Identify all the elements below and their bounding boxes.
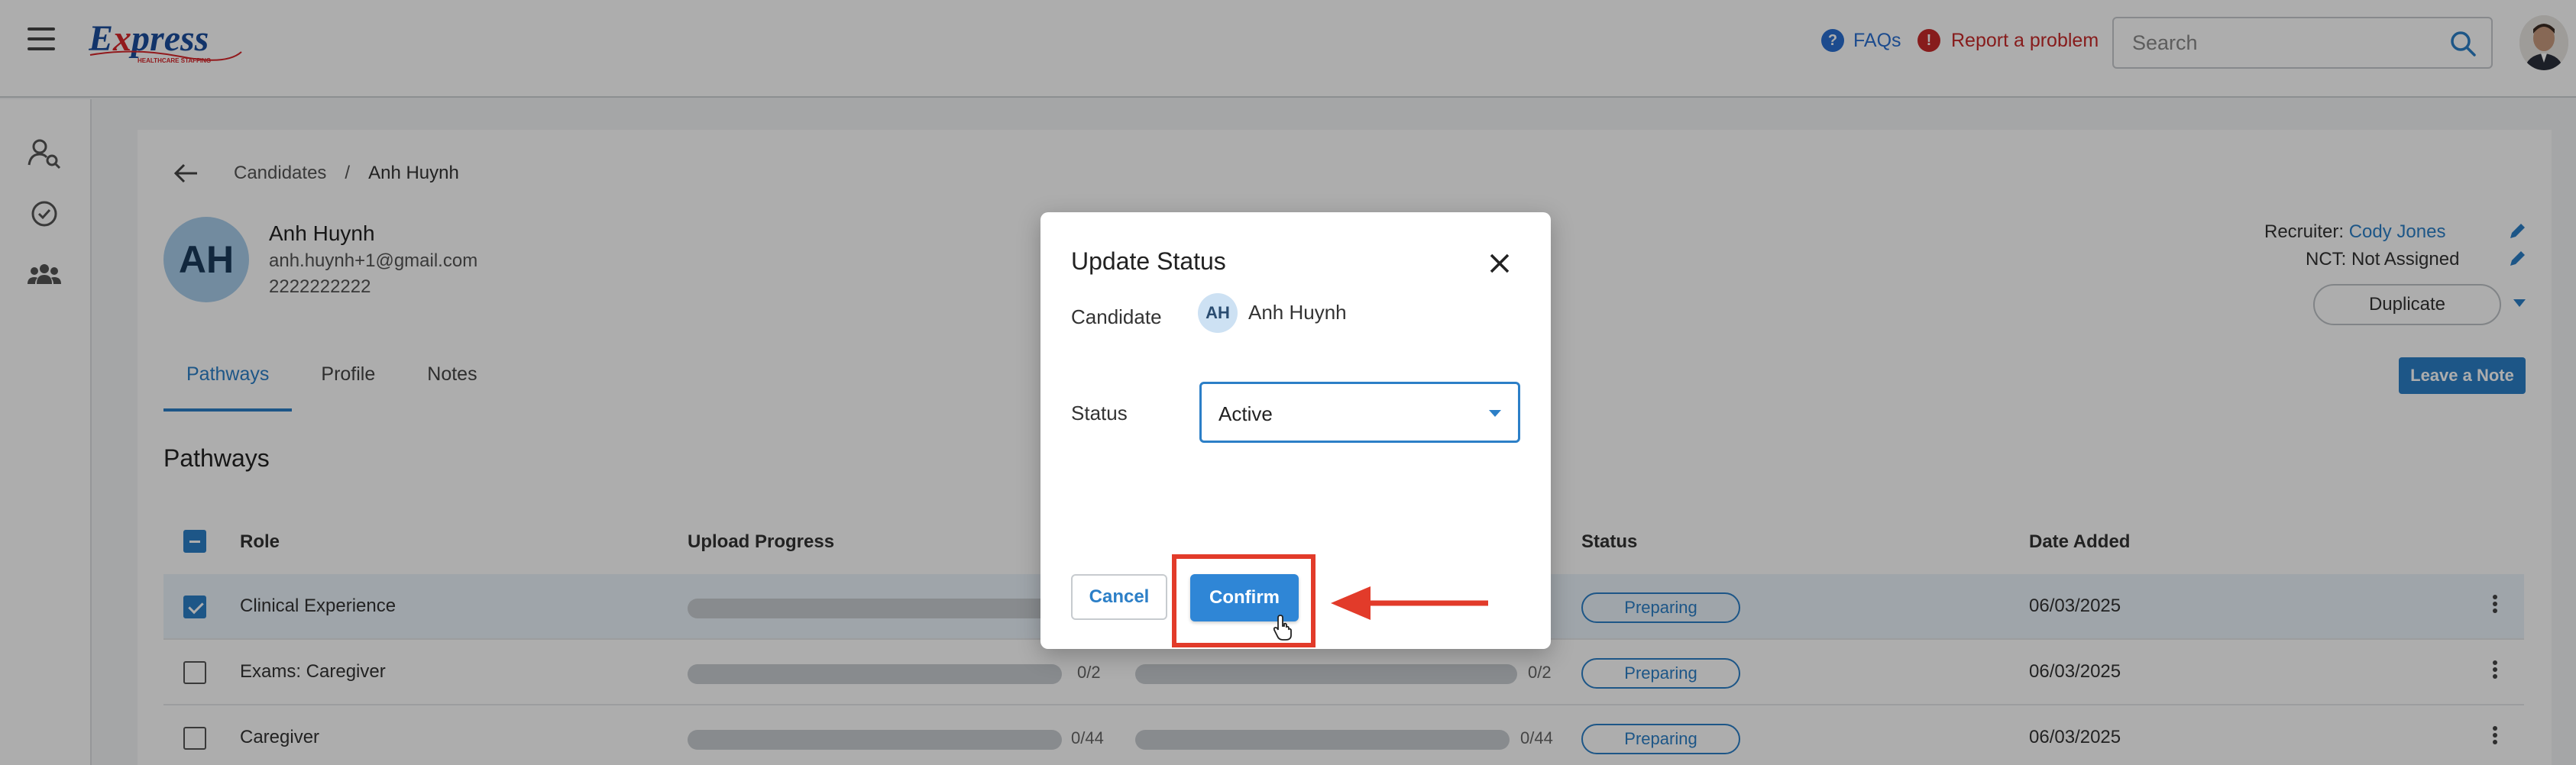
status-select[interactable]: Active	[1199, 382, 1520, 443]
status-label: Status	[1071, 402, 1128, 424]
cancel-button[interactable]: Cancel	[1071, 574, 1167, 620]
dialog-title: Update Status	[1071, 247, 1226, 275]
dialog-candidate-avatar: AH	[1198, 293, 1238, 333]
annotation-arrow-icon	[1331, 586, 1488, 620]
close-icon[interactable]	[1488, 252, 1511, 275]
confirm-highlight-box	[1172, 554, 1316, 647]
status-select-value: Active	[1218, 402, 1273, 425]
dialog-candidate-name: Anh Huynh	[1248, 301, 1347, 324]
chevron-down-icon	[1489, 410, 1501, 417]
candidate-label: Candidate	[1071, 305, 1162, 328]
